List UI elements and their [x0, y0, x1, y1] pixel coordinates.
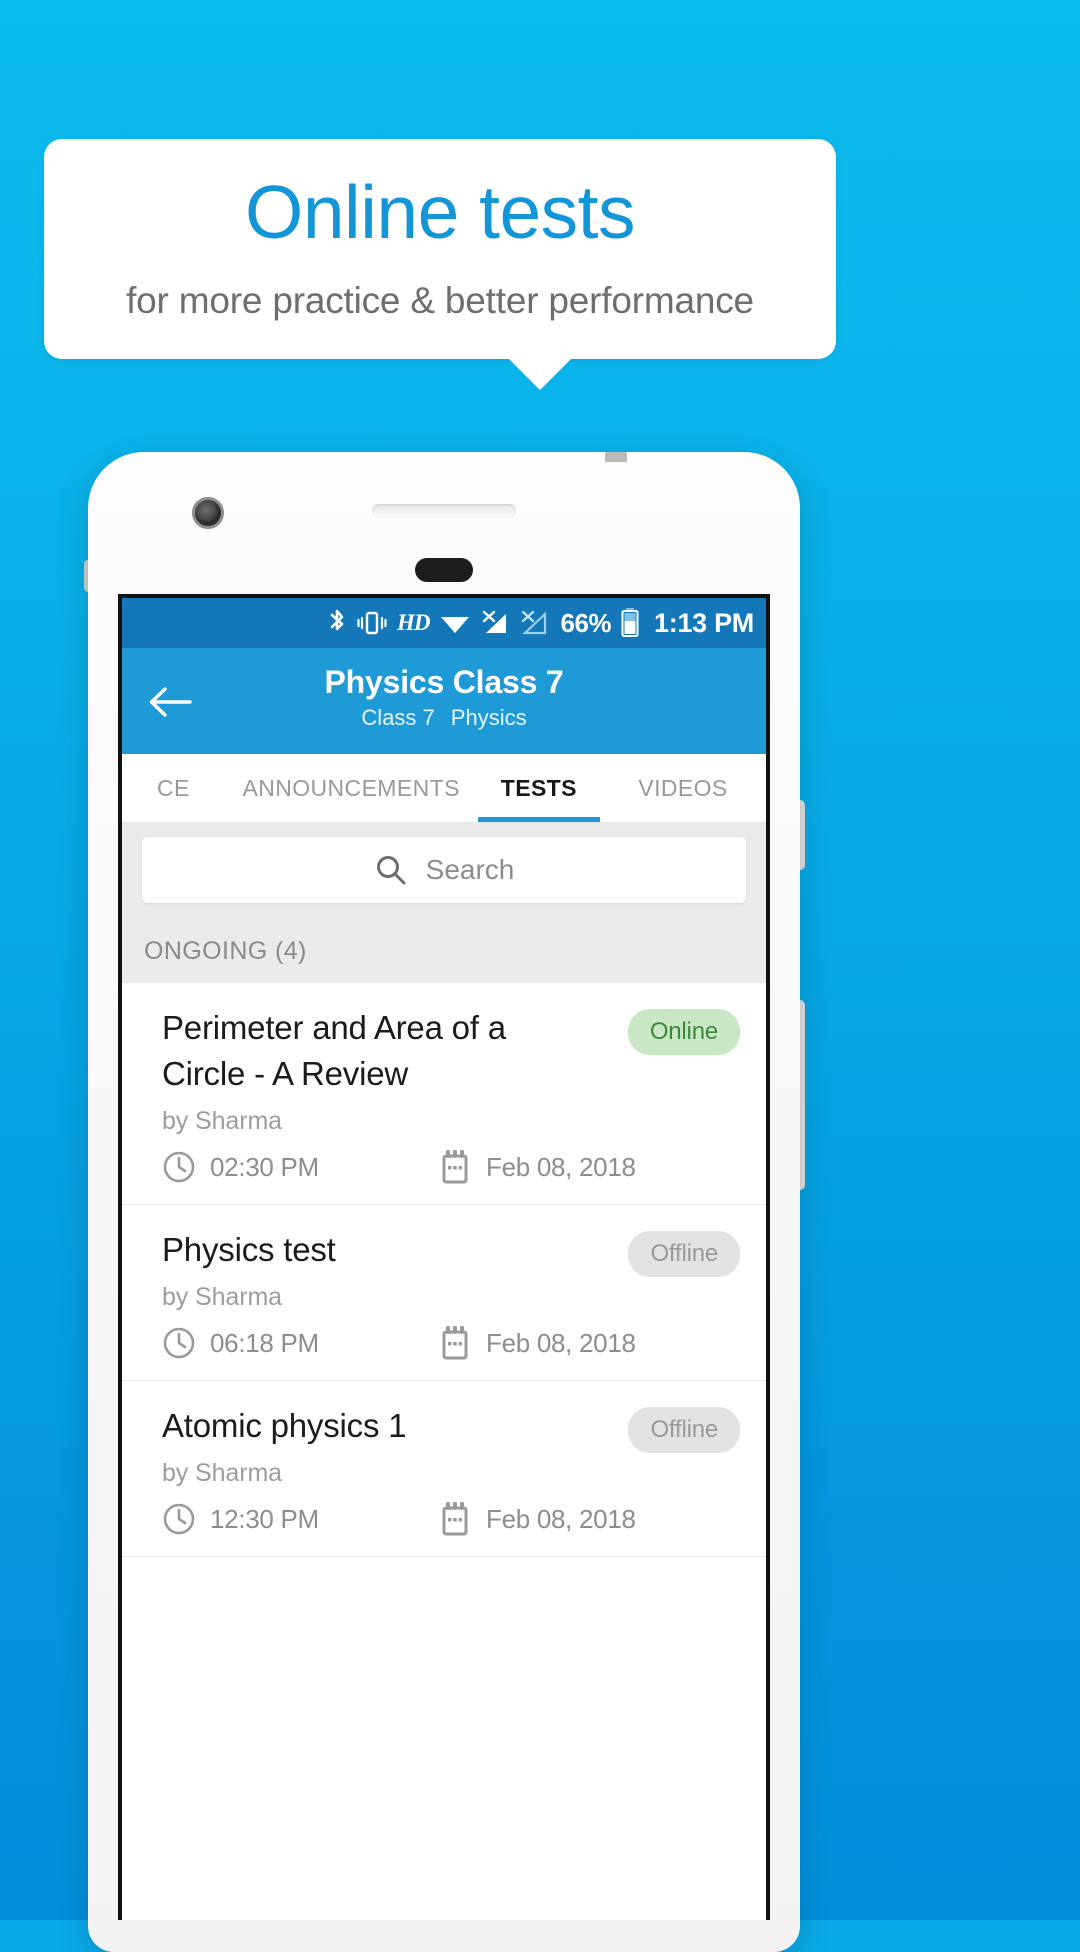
- search-icon: [374, 853, 408, 887]
- list-item[interactable]: Perimeter and Area of a Circle - A Revie…: [122, 983, 766, 1205]
- hd-icon: HD: [397, 610, 430, 635]
- test-date: Feb 08, 2018: [440, 1326, 636, 1360]
- phone-antenna-nub: [605, 452, 627, 462]
- app-bar-text-block: Physics Class 7 Class 7 Physics: [122, 662, 766, 734]
- list-item[interactable]: Physics test by Sharma 06:18 PM Feb 08, …: [122, 1205, 766, 1381]
- calendar-icon: [440, 1502, 472, 1536]
- test-date-label: Feb 08, 2018: [486, 1503, 636, 1534]
- status-bar-clock: 1:13 PM: [654, 607, 754, 638]
- front-camera-icon: [192, 497, 224, 529]
- promo-callout-card: Online tests for more practice & better …: [44, 139, 836, 359]
- test-time-label: 12:30 PM: [210, 1503, 319, 1534]
- test-title: Atomic physics 1: [162, 1407, 407, 1444]
- section-header-label: ONGOING (4): [144, 936, 307, 965]
- earpiece-speaker: [372, 504, 516, 518]
- calendar-icon: [440, 1326, 472, 1360]
- tab-ce[interactable]: CE: [122, 754, 225, 822]
- test-title: Physics test: [162, 1231, 336, 1268]
- signal-1-no-service-icon: [480, 608, 510, 638]
- tab-videos[interactable]: VIDEOS: [600, 754, 766, 822]
- signal-2-no-service-icon: [519, 608, 549, 638]
- tab-tests[interactable]: TESTS: [477, 754, 601, 822]
- test-author: by Sharma: [162, 1283, 282, 1311]
- test-list: Perimeter and Area of a Circle - A Revie…: [122, 983, 766, 1557]
- test-time: 12:30 PM: [162, 1502, 440, 1536]
- clock-icon: [162, 1150, 196, 1184]
- wifi-icon: [439, 608, 471, 638]
- status-badge: Online: [627, 1009, 740, 1055]
- search-area: Search: [122, 823, 766, 919]
- search-placeholder-label: Search: [425, 854, 515, 885]
- search-input[interactable]: Search: [142, 837, 746, 903]
- breadcrumb-class: Class 7: [361, 705, 435, 730]
- proximity-sensor: [415, 558, 473, 582]
- test-date-label: Feb 08, 2018: [486, 1151, 636, 1182]
- bluetooth-icon: [327, 608, 347, 638]
- test-title: Perimeter and Area of a Circle - A Revie…: [162, 1009, 506, 1092]
- tab-announcements[interactable]: ANNOUNCEMENTS: [225, 754, 478, 822]
- app-bar: Physics Class 7 Class 7 Physics: [122, 648, 766, 754]
- test-meta-row: 02:30 PM Feb 08, 2018: [162, 1150, 744, 1184]
- test-time-label: 02:30 PM: [210, 1151, 319, 1182]
- list-item[interactable]: Atomic physics 1 by Sharma 12:30 PM Feb …: [122, 1381, 766, 1557]
- promo-callout-tail: [508, 358, 572, 390]
- phone-screen: HD 66% 1:13 PM Physics Class 7 Class 7 P…: [118, 594, 770, 1920]
- promo-headline: Online tests: [244, 170, 636, 254]
- vibrate-icon: [356, 608, 388, 638]
- test-date-label: Feb 08, 2018: [486, 1327, 636, 1358]
- breadcrumb-subject: Physics: [450, 705, 527, 730]
- clock-icon: [162, 1502, 196, 1536]
- clock-icon: [162, 1326, 196, 1360]
- battery-icon: [620, 607, 640, 639]
- test-author: by Sharma: [162, 1459, 282, 1487]
- promo-subheadline: for more practice & better performance: [126, 280, 754, 321]
- test-meta-row: 06:18 PM Feb 08, 2018: [162, 1326, 744, 1360]
- page-title: Physics Class 7: [324, 664, 564, 700]
- battery-percent-label: 66%: [560, 607, 612, 638]
- test-time: 02:30 PM: [162, 1150, 440, 1184]
- test-time-label: 06:18 PM: [210, 1327, 319, 1358]
- test-date: Feb 08, 2018: [440, 1502, 636, 1536]
- android-status-bar: HD 66% 1:13 PM: [122, 598, 766, 648]
- test-author: by Sharma: [162, 1107, 282, 1135]
- section-header-ongoing: ONGOING (4): [122, 919, 766, 983]
- status-badge: Offline: [628, 1407, 740, 1453]
- breadcrumb: Class 7 Physics: [122, 702, 766, 734]
- test-time: 06:18 PM: [162, 1326, 440, 1360]
- status-badge: Offline: [628, 1231, 740, 1277]
- test-date: Feb 08, 2018: [440, 1150, 636, 1184]
- calendar-icon: [440, 1150, 472, 1184]
- test-meta-row: 12:30 PM Feb 08, 2018: [162, 1502, 744, 1536]
- tab-bar: CE ANNOUNCEMENTS TESTS VIDEOS: [122, 754, 766, 823]
